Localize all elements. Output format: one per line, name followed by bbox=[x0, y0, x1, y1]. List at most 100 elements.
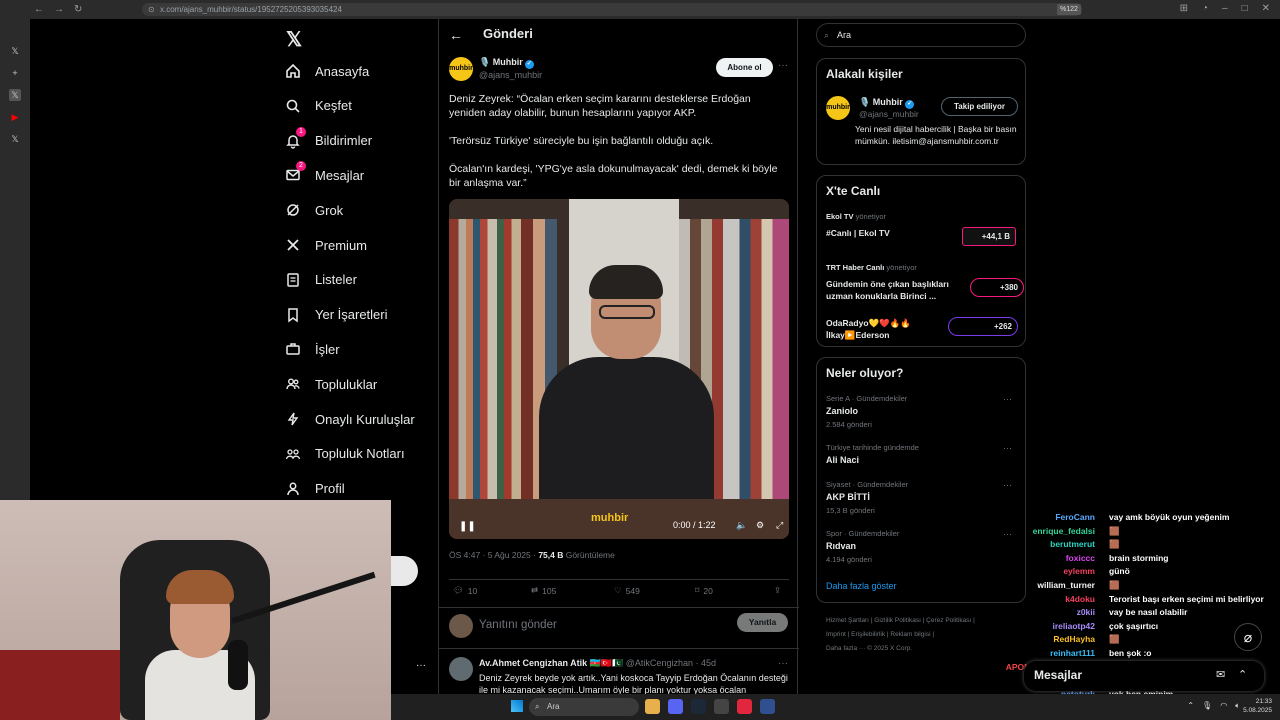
x-tab-icon[interactable]: 𝕏 bbox=[9, 89, 21, 101]
nav-item-7[interactable]: Yer İşaretleri bbox=[284, 301, 388, 329]
author-avatar[interactable]: muhbir bbox=[449, 57, 473, 81]
steam-icon[interactable] bbox=[691, 699, 706, 714]
trend-name[interactable]: Rıdvan bbox=[826, 541, 856, 551]
bookmark-action[interactable]: ⌑ 20 bbox=[695, 585, 713, 596]
live-title[interactable]: OdaRadyo💛❤️🔥🔥 İlkay▶️Ederson bbox=[826, 317, 936, 341]
taskbar-search[interactable]: ⌕ Ara bbox=[529, 698, 639, 716]
chat-username[interactable]: k4doku bbox=[1065, 594, 1095, 604]
nav-item-5[interactable]: Premium bbox=[284, 231, 367, 259]
chat-username[interactable]: ireliaotp42 bbox=[1052, 621, 1095, 631]
more-options-icon[interactable]: ··· bbox=[416, 660, 426, 671]
browser-icon[interactable] bbox=[760, 699, 775, 714]
obs-icon[interactable] bbox=[714, 699, 729, 714]
chat-text: 🟫 bbox=[1109, 525, 1120, 536]
following-button[interactable]: Takip ediliyor bbox=[941, 97, 1018, 116]
trend-name[interactable]: Ali Naci bbox=[826, 455, 859, 465]
windows-start-icon[interactable] bbox=[511, 700, 523, 712]
more-options-icon[interactable]: ··· bbox=[1003, 394, 1012, 404]
reply-button[interactable]: Yanıtla bbox=[737, 613, 788, 632]
chat-username[interactable]: enrique_fedalsi bbox=[1033, 526, 1095, 536]
x-tab-icon[interactable]: 𝕏 bbox=[9, 45, 21, 57]
live-count[interactable]: +44,1 B bbox=[962, 227, 1016, 246]
trend-name[interactable]: AKP BİTTİ bbox=[826, 492, 870, 502]
youtube-tab-icon[interactable]: ▶ bbox=[9, 111, 21, 123]
mic-icon[interactable]: 🎙︎ bbox=[1202, 701, 1212, 711]
settings-icon[interactable]: ⚙ bbox=[756, 520, 764, 531]
clock[interactable]: 21:33 5.08.2025 bbox=[1243, 697, 1272, 715]
author-handle[interactable]: @ajans_muhbir bbox=[479, 70, 542, 80]
volume-icon[interactable]: 🔈 bbox=[736, 520, 747, 531]
chat-username[interactable]: berutmerut bbox=[1050, 539, 1095, 549]
nav-item-4[interactable]: Grok bbox=[284, 196, 343, 224]
wifi-icon[interactable]: ◠ bbox=[1220, 701, 1227, 711]
chat-username[interactable]: foxiccc bbox=[1066, 553, 1095, 563]
reload-icon[interactable]: ↻ bbox=[74, 4, 82, 15]
nav-item-11[interactable]: Topluluk Notları bbox=[284, 440, 405, 468]
speaker-icon[interactable]: 🔈︎ bbox=[1235, 701, 1240, 711]
comment-author[interactable]: Av.Ahmet Cengizhan Atik 🇦🇿🇹🇷🇵🇰 bbox=[479, 658, 623, 668]
file-explorer-icon[interactable] bbox=[645, 699, 660, 714]
related-avatar[interactable]: muhbir bbox=[826, 96, 850, 120]
author-name[interactable]: 🎙️ Muhbir ✓ bbox=[479, 57, 534, 69]
more-options-icon[interactable]: ··· bbox=[1003, 443, 1012, 453]
nav-item-3[interactable]: 2 Mesajlar bbox=[284, 161, 364, 189]
nav-item-8[interactable]: İşler bbox=[284, 335, 340, 363]
nav-item-0[interactable]: Anasayfa bbox=[284, 57, 369, 85]
messages-drawer[interactable]: Mesajlar ✉ ⌃ bbox=[1024, 661, 1264, 691]
chat-username[interactable]: reinhart111 bbox=[1050, 648, 1095, 658]
like-action[interactable]: ♡ 549 bbox=[614, 585, 640, 596]
add-tab-icon[interactable]: + bbox=[9, 67, 21, 79]
reply-input[interactable]: Yanıtını gönder bbox=[479, 619, 557, 631]
back-icon[interactable]: ← bbox=[34, 4, 44, 15]
live-title[interactable]: Gündemin öne çıkan başlıkları uzman konu… bbox=[826, 278, 966, 302]
maximize-icon[interactable]: □ bbox=[1242, 3, 1248, 14]
reply-action[interactable]: 💬︎ 10 bbox=[453, 585, 477, 596]
x-logo-icon[interactable]: 𝕏 bbox=[286, 27, 302, 52]
trend-name[interactable]: Zaniolo bbox=[826, 406, 858, 416]
extensions-icon[interactable]: ⊞ bbox=[1180, 3, 1188, 14]
live-count[interactable]: +380 bbox=[970, 278, 1024, 297]
post-button-partial[interactable] bbox=[391, 556, 418, 586]
search-input[interactable]: ⌕ Ara bbox=[816, 23, 1026, 47]
discord-icon[interactable] bbox=[668, 699, 683, 714]
compose-message-icon[interactable]: ✉ bbox=[1216, 668, 1225, 681]
subscribe-button[interactable]: Abone ol bbox=[716, 58, 773, 77]
nav-item-2[interactable]: 1 Bildirimler bbox=[284, 126, 372, 155]
grok-fab-icon[interactable]: ⌀ bbox=[1234, 623, 1262, 651]
related-name[interactable]: 🎙️ Muhbir ✓ bbox=[859, 97, 915, 109]
fullscreen-icon[interactable]: ⤢ bbox=[776, 520, 783, 531]
chevron-up-icon[interactable]: ⌃ bbox=[1238, 668, 1247, 681]
pause-icon[interactable]: ❚❚ bbox=[459, 521, 476, 532]
chat-username[interactable]: z0kii bbox=[1077, 607, 1095, 617]
chat-username[interactable]: RedHayha bbox=[1053, 634, 1095, 644]
chat-username[interactable]: eylemm bbox=[1063, 566, 1095, 576]
show-more-link[interactable]: Daha fazla göster bbox=[826, 581, 897, 591]
repost-action[interactable]: ⇄ 105 bbox=[531, 585, 556, 596]
address-bar[interactable]: ⊙ x.com/ajans_muhbir/status/195272520539… bbox=[142, 3, 1082, 16]
nav-item-12[interactable]: Profil bbox=[284, 475, 345, 503]
post-timestamp[interactable]: ÖS 4:47 · 5 Ağu 2025 · bbox=[449, 550, 538, 560]
close-icon[interactable]: ✕ bbox=[1262, 3, 1270, 14]
video-player[interactable]: muhbir ❚❚ 0:00 / 1:22 🔈 ⚙ ⤢ bbox=[449, 199, 789, 539]
chat-username[interactable]: william_turner bbox=[1037, 580, 1095, 590]
zoom-indicator[interactable]: %122 bbox=[1057, 4, 1081, 15]
nav-item-9[interactable]: Topluluklar bbox=[284, 370, 377, 398]
live-title[interactable]: #Canlı | Ekol TV bbox=[826, 227, 890, 239]
nav-item-6[interactable]: Listeler bbox=[284, 266, 357, 294]
chat-username[interactable]: FeroCann bbox=[1055, 512, 1095, 522]
minimize-icon[interactable]: – bbox=[1222, 3, 1228, 14]
forward-icon[interactable]: → bbox=[54, 4, 64, 15]
nav-item-10[interactable]: Onaylı Kuruluşlar bbox=[284, 405, 415, 433]
avatar[interactable] bbox=[449, 657, 473, 681]
back-arrow-icon[interactable]: ← bbox=[449, 27, 463, 43]
live-count[interactable]: +262 bbox=[948, 317, 1018, 336]
x-tab-icon[interactable]: 𝕏 bbox=[9, 133, 21, 145]
app-icon[interactable] bbox=[737, 699, 752, 714]
nav-item-1[interactable]: Keşfet bbox=[284, 92, 352, 120]
chevron-up-icon[interactable]: ⌃ bbox=[1187, 701, 1194, 711]
share-icon[interactable]: ⇪ bbox=[774, 585, 781, 596]
more-options-icon[interactable]: ··· bbox=[778, 658, 788, 669]
more-options-icon[interactable]: ··· bbox=[1003, 480, 1012, 490]
more-options-icon[interactable]: ··· bbox=[778, 60, 788, 71]
profile-icon[interactable]: ◔ bbox=[1202, 3, 1208, 14]
